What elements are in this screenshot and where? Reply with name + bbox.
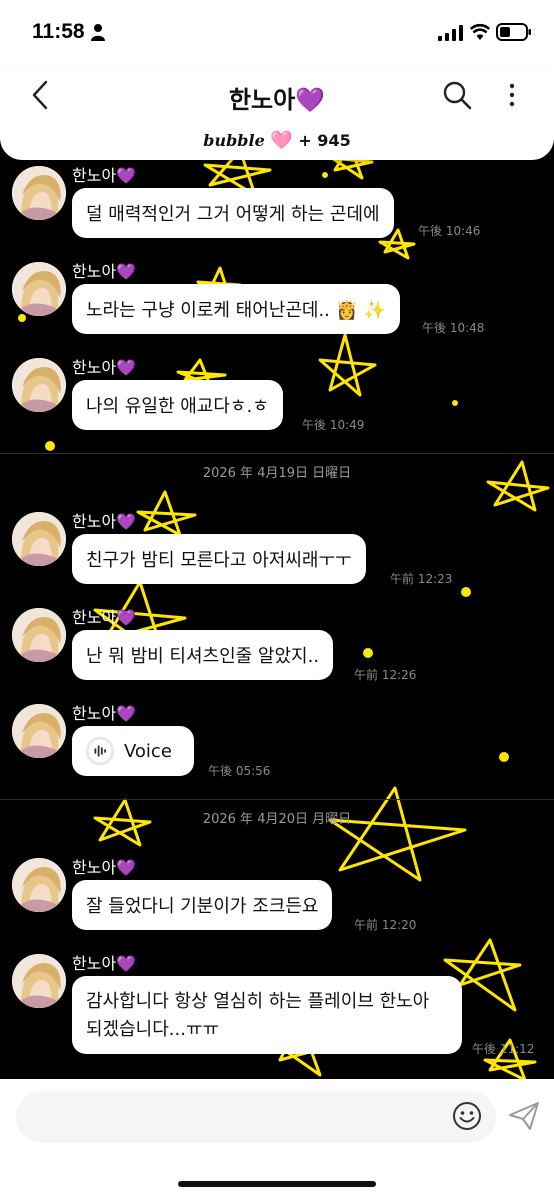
message-bubble[interactable]: 감사합니다 항상 열심히 하는 플레이브 한노아 되겠습니다...ㅠㅠ	[72, 976, 462, 1054]
chat-area[interactable]: 한노아💜 덜 매력적인거 그거 어떻게 하는 곤데에 午後 10:46 한노아💜…	[0, 140, 554, 1079]
sender-name: 한노아💜	[72, 704, 137, 723]
sender-name: 한노아💜	[72, 858, 137, 877]
date-divider-line	[0, 453, 554, 454]
signal-icon	[438, 25, 463, 41]
avatar[interactable]	[12, 608, 66, 662]
avatar-image	[12, 262, 66, 316]
battery-icon	[496, 23, 531, 41]
avatar[interactable]	[12, 858, 66, 912]
bubble-logo-text: bubble	[203, 131, 265, 150]
message-bubble[interactable]: 덜 매력적인거 그거 어떻게 하는 곤데에	[72, 188, 394, 238]
avatar-image	[12, 858, 66, 912]
wifi-icon	[470, 23, 490, 40]
avatar-image	[12, 704, 66, 758]
status-time: 11:58	[32, 20, 85, 43]
person-icon	[91, 24, 105, 41]
message-time: 午後 10:49	[302, 418, 365, 432]
voice-message-bubble[interactable]: Voice	[72, 726, 194, 776]
voice-label: Voice	[124, 740, 172, 762]
chat-header: 한노아💜 bubble 🩷 + 945	[0, 66, 554, 160]
message-bubble[interactable]: 잘 들었다니 기분이가 조크든요	[72, 880, 333, 930]
more-options-icon[interactable]	[500, 80, 524, 110]
emoji-icon[interactable]	[452, 1101, 482, 1131]
sender-name: 한노아💜	[72, 954, 137, 973]
send-icon[interactable]	[508, 1101, 540, 1131]
sender-name: 한노아💜	[72, 358, 137, 377]
message-input-bar	[0, 1079, 554, 1199]
message-time: 午前 12:26	[354, 668, 417, 682]
message-time: 午後 10:46	[418, 224, 481, 238]
date-divider-line	[0, 799, 554, 800]
avatar[interactable]	[12, 954, 66, 1008]
avatar-image	[12, 358, 66, 412]
message-text-line: 되겠습니다...ㅠㅠ	[86, 1019, 220, 1040]
message-bubble[interactable]: 난 뭐 밤비 티셔츠인줄 알았지..	[72, 630, 334, 680]
avatar[interactable]	[12, 704, 66, 758]
message-bubble[interactable]: 나의 유일한 애교다ㅎ.ㅎ	[72, 380, 283, 430]
message-time: 午後 11:12	[472, 1042, 535, 1056]
message-text-line: 감사합니다 항상 열심히 하는 플레이브 한노아	[86, 991, 430, 1012]
avatar-image	[12, 166, 66, 220]
bubble-count: + 945	[298, 131, 351, 150]
message-time: 午後 10:48	[422, 321, 485, 335]
message-bubble[interactable]: 친구가 밤티 모른다고 아저씨래ㅜㅜ	[72, 534, 366, 584]
status-bar: 11:58	[0, 0, 554, 66]
date-separator: 2026 年 4月19日 日曜日	[202, 466, 352, 481]
home-indicator	[178, 1181, 376, 1187]
sender-name: 한노아💜	[72, 262, 137, 281]
avatar[interactable]	[12, 512, 66, 566]
message-input[interactable]	[16, 1091, 496, 1143]
avatar[interactable]	[12, 262, 66, 316]
sender-name: 한노아💜	[72, 166, 137, 185]
avatar[interactable]	[12, 166, 66, 220]
bubble-counter[interactable]: bubble 🩷 + 945	[0, 130, 554, 151]
message-time: 午前 12:23	[390, 572, 453, 586]
date-separator: 2026 年 4月20日 月曜日	[202, 812, 352, 827]
voice-waveform-icon	[86, 737, 114, 765]
search-icon[interactable]	[442, 80, 472, 110]
heart-icon: 🩷	[270, 130, 293, 151]
message-time: 午後 05:56	[208, 764, 271, 778]
message-time: 午前 12:20	[354, 918, 417, 932]
avatar-image	[12, 608, 66, 662]
sender-name: 한노아💜	[72, 512, 137, 531]
avatar[interactable]	[12, 358, 66, 412]
avatar-image	[12, 512, 66, 566]
avatar-image	[12, 954, 66, 1008]
sender-name: 한노아💜	[72, 608, 137, 627]
message-bubble[interactable]: 노라는 구냥 이로케 태어난곤데.. 👸 ✨	[72, 284, 401, 334]
